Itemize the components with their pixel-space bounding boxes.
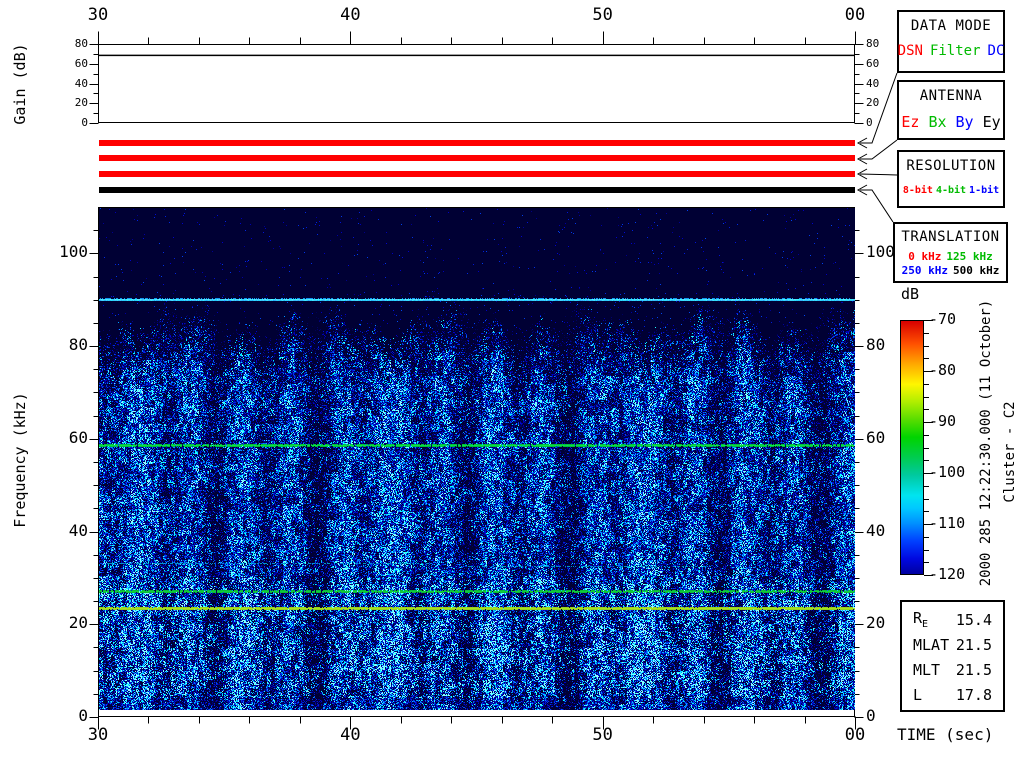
- frequency-axis-label-left: 80: [46, 337, 88, 353]
- panel-resolution-options: 8-bit4-bit1-bit: [899, 185, 1003, 196]
- gain-axis-label-left: 80: [60, 38, 88, 49]
- panel-option-125-khz: 125 kHz: [946, 250, 992, 264]
- mode-bar-data-mode: [99, 140, 855, 146]
- ephemeris-value: 21.5: [956, 661, 992, 679]
- gain-axis-label-left: 20: [60, 97, 88, 108]
- gain-axis-label-right: 20: [866, 97, 894, 108]
- panel-antenna-title: ANTENNA: [899, 88, 1003, 104]
- gain-axis-label-left: 60: [60, 58, 88, 69]
- panel-option-8-bit: 8-bit: [903, 185, 933, 196]
- frequency-axis-label-right: 0: [866, 708, 908, 724]
- panel-data-mode-options: DSN Filter DC: [899, 43, 1003, 59]
- ephemeris-label: L: [913, 686, 922, 704]
- ephemeris-label: RE: [913, 609, 928, 630]
- time-axis-title: TIME (sec): [897, 727, 993, 743]
- ephemeris-label: MLAT: [913, 636, 949, 654]
- panel-option-dc: DC: [988, 43, 1005, 59]
- panel-option-1-bit: 1-bit: [969, 185, 999, 196]
- mode-bar-resolution: [99, 171, 855, 177]
- panel-resolution-title: RESOLUTION: [899, 158, 1003, 174]
- ephemeris-value: 21.5: [956, 636, 992, 654]
- ephemeris-row-r: RE 15.4: [902, 607, 1003, 632]
- panel-option-bx: Bx: [928, 113, 946, 131]
- colorbar-tick-label: -70: [929, 312, 977, 327]
- panel-data-mode: DATA MODE DSN Filter DC: [897, 10, 1005, 73]
- panel-option-ey: Ey: [983, 113, 1001, 131]
- frequency-axis-label-right: 60: [866, 430, 908, 446]
- panel-translation: TRANSLATION 0 kHz 125 kHz250 kHz 500 kHz: [893, 222, 1008, 283]
- gain-axis-label-right: 80: [866, 38, 894, 49]
- colorbar-tick-label: -80: [929, 363, 977, 378]
- spectrogram-canvas: [99, 208, 855, 710]
- colorbar-tick-label: -90: [929, 414, 977, 429]
- panel-option-0-khz: 0 kHz: [908, 250, 941, 264]
- time-axis-label-bottom: 40: [330, 727, 370, 744]
- panel-option-dsn: DSN: [898, 43, 923, 59]
- time-axis-label-bottom: 50: [583, 727, 623, 744]
- panel-option-4-bit: 4-bit: [936, 185, 966, 196]
- ephemeris-row-l: L 17.8: [902, 682, 1003, 707]
- frequency-axis-label-left: 20: [46, 615, 88, 631]
- gain-axis-label-right: 40: [866, 78, 894, 89]
- gain-axis-title: Gain (dB): [11, 43, 29, 124]
- frequency-axis-label-right: 20: [866, 615, 908, 631]
- frequency-axis-label-right: 40: [866, 523, 908, 539]
- mode-bar-translation: [99, 187, 855, 193]
- ephemeris-row-mlt: MLT 21.5: [902, 657, 1003, 682]
- colorbar-tick-label: -110: [929, 516, 977, 531]
- time-axis-label-bottom: 30: [78, 727, 118, 744]
- panel-option-by: By: [956, 113, 974, 131]
- wbd-spectrogram-display: { "axis_labels": { "gain": "Gain (dB)", …: [0, 0, 1024, 768]
- time-axis-label-top: 40: [330, 7, 370, 24]
- ephemeris-box: RE 15.4 MLAT 21.5 MLT 21.5 L 17.8: [900, 600, 1005, 712]
- time-axis-label-bottom: 00: [835, 727, 875, 744]
- frequency-axis-label-left: 0: [46, 708, 88, 724]
- gain-axis-label-right: 0: [866, 117, 894, 128]
- frequency-axis-label-left: 40: [46, 523, 88, 539]
- frequency-axis-label-right: 100: [866, 244, 908, 260]
- panel-data-mode-title: DATA MODE: [899, 18, 1003, 34]
- panel-option-500-khz: 500 kHz: [953, 264, 999, 278]
- time-axis-label-top: 00: [835, 7, 875, 24]
- frequency-axis-title: Frequency (kHz): [11, 392, 29, 527]
- time-axis-label-top: 30: [78, 7, 118, 24]
- gain-axis-label-left: 0: [60, 117, 88, 128]
- ephemeris-value: 15.4: [956, 611, 992, 629]
- time-axis-label-top: 50: [583, 7, 623, 24]
- panel-translation-options: 0 kHz 125 kHz250 kHz 500 kHz: [895, 250, 1006, 278]
- ephemeris-value: 17.8: [956, 686, 992, 704]
- frequency-axis-label-left: 60: [46, 430, 88, 446]
- gain-axis-label-left: 40: [60, 78, 88, 89]
- spacecraft-label: Cluster - C2: [1002, 401, 1018, 502]
- panel-antenna: ANTENNA Ez Bx By Ey: [897, 80, 1005, 140]
- panel-option-filter: Filter: [930, 43, 981, 59]
- ephemeris-row-mlat: MLAT 21.5: [902, 632, 1003, 657]
- colorbar-tick-label: -120: [929, 567, 977, 582]
- panel-translation-title: TRANSLATION: [895, 229, 1006, 245]
- frequency-axis-label-right: 80: [866, 337, 908, 353]
- mode-bar-antenna: [99, 155, 855, 161]
- frequency-axis-label-left: 100: [46, 244, 88, 260]
- gain-axis-label-right: 60: [866, 58, 894, 69]
- ephemeris-label: MLT: [913, 661, 940, 679]
- panel-option-250-khz: 250 kHz: [902, 264, 948, 278]
- timestamp-label: 2000 285 12:22:30.000 (11 October): [978, 300, 994, 587]
- colorbar-unit-label: dB: [901, 287, 919, 302]
- colorbar-tick-label: -100: [929, 465, 977, 480]
- panel-option-ez: Ez: [901, 113, 919, 131]
- panel-resolution: RESOLUTION 8-bit4-bit1-bit: [897, 150, 1005, 208]
- panel-antenna-options: Ez Bx By Ey: [899, 113, 1003, 131]
